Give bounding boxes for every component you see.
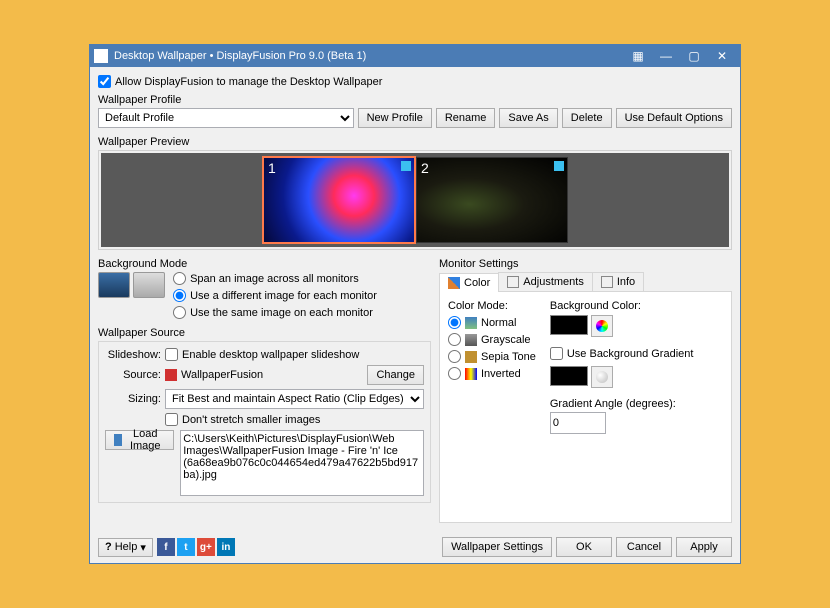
preview-box: 1 2 xyxy=(98,150,732,250)
allow-manage-checkbox[interactable]: Allow DisplayFusion to manage the Deskto… xyxy=(98,75,732,88)
linkedin-icon[interactable]: in xyxy=(217,538,235,556)
grayscale-icon xyxy=(465,334,477,346)
apply-button[interactable]: Apply xyxy=(676,537,732,557)
new-profile-button[interactable]: New Profile xyxy=(358,108,432,128)
color-mode-label: Color Mode: xyxy=(448,300,536,312)
monitor-settings-label: Monitor Settings xyxy=(439,258,732,270)
normal-icon xyxy=(465,317,477,329)
use-defaults-button[interactable]: Use Default Options xyxy=(616,108,732,128)
gradient-color-picker-button[interactable] xyxy=(591,366,613,388)
preview-area: 1 2 xyxy=(101,153,729,247)
close-button[interactable]: ✕ xyxy=(708,49,736,63)
slideshow-checkbox[interactable]: Enable desktop wallpaper slideshow xyxy=(165,348,424,361)
sizing-select[interactable]: Fit Best and maintain Aspect Ratio (Clip… xyxy=(165,389,424,409)
sizing-label: Sizing: xyxy=(105,393,161,405)
monitor-1-badge-icon xyxy=(401,161,411,171)
content: Allow DisplayFusion to manage the Deskto… xyxy=(90,67,740,531)
use-gradient-checkbox[interactable]: Use Background Gradient xyxy=(550,347,694,360)
right-column: Monitor Settings Color Adjustments Info … xyxy=(439,258,732,523)
wallpaper-profile-label: Wallpaper Profile xyxy=(98,94,732,106)
facebook-icon[interactable]: f xyxy=(157,538,175,556)
source-icon xyxy=(165,369,177,381)
color-mode-group: Color Mode: Normal Grayscale Sepia Tone … xyxy=(448,300,536,434)
slideshow-label: Slideshow: xyxy=(105,349,161,361)
load-image-button[interactable]: Load Image xyxy=(105,430,174,450)
source-group: Slideshow: Enable desktop wallpaper slid… xyxy=(98,341,431,503)
bg-mode-group: Span an image across all monitors Use a … xyxy=(98,272,431,319)
tab-color[interactable]: Color xyxy=(439,273,499,292)
bg-color-label: Background Color: xyxy=(550,300,694,312)
minimize-button[interactable]: — xyxy=(652,49,680,63)
color-wheel-icon xyxy=(596,320,608,332)
preview-label: Wallpaper Preview xyxy=(98,136,732,148)
pencil-icon xyxy=(448,277,460,289)
allow-manage-label: Allow DisplayFusion to manage the Deskto… xyxy=(115,76,382,88)
sphere-icon xyxy=(596,371,608,383)
mini-monitor-icon xyxy=(133,272,165,298)
color-sepia[interactable]: Sepia Tone xyxy=(448,350,536,363)
source-value: WallpaperFusion xyxy=(181,369,363,381)
rename-button[interactable]: Rename xyxy=(436,108,496,128)
ok-button[interactable]: OK xyxy=(556,537,612,557)
left-column: Background Mode Span an image across all… xyxy=(98,258,431,523)
wallpaper-settings-button[interactable]: Wallpaper Settings xyxy=(442,537,552,557)
bg-color-picker-button[interactable] xyxy=(591,315,613,337)
source-label: Wallpaper Source xyxy=(98,327,431,339)
square-icon xyxy=(507,276,519,288)
mini-monitor-icon xyxy=(98,272,130,298)
background-color-group: Background Color: Use Background Gradien… xyxy=(550,300,694,434)
image-path[interactable]: C:\Users\Keith\Pictures\DisplayFusion\We… xyxy=(180,430,424,496)
bg-mode-diff[interactable]: Use a different image for each monitor xyxy=(173,289,377,302)
bg-mode-thumbs xyxy=(98,272,165,319)
profile-row: Default Profile New Profile Rename Save … xyxy=(98,108,732,128)
footer: ?Help ▾ f t g+ in Wallpaper Settings OK … xyxy=(90,531,740,563)
tabs: Color Adjustments Info xyxy=(439,272,732,292)
tab-adjustments[interactable]: Adjustments xyxy=(498,272,593,291)
settings-icon[interactable]: ▦ xyxy=(624,49,652,63)
monitor-1[interactable]: 1 xyxy=(262,156,416,244)
save-as-button[interactable]: Save As xyxy=(499,108,557,128)
bg-color-swatch xyxy=(550,315,588,335)
bg-mode-span[interactable]: Span an image across all monitors xyxy=(173,272,377,285)
google-plus-icon[interactable]: g+ xyxy=(197,538,215,556)
inverted-icon xyxy=(465,368,477,380)
bg-mode-same[interactable]: Use the same image on each monitor xyxy=(173,306,377,319)
monitor-2-badge-icon xyxy=(554,161,564,171)
square-icon xyxy=(601,276,613,288)
sepia-icon xyxy=(465,351,477,363)
allow-manage-input[interactable] xyxy=(98,75,111,88)
color-inverted[interactable]: Inverted xyxy=(448,367,536,380)
source-field-label: Source: xyxy=(105,369,161,381)
app-icon xyxy=(94,49,108,63)
monitor-2-number: 2 xyxy=(421,160,429,176)
profile-select[interactable]: Default Profile xyxy=(98,108,354,128)
help-button[interactable]: ?Help ▾ xyxy=(98,538,153,557)
gradient-color-swatch xyxy=(550,366,588,386)
window: Desktop Wallpaper • DisplayFusion Pro 9.… xyxy=(89,44,741,564)
monitor-1-number: 1 xyxy=(268,160,276,176)
dont-stretch-checkbox[interactable]: Don't stretch smaller images xyxy=(165,413,424,426)
window-title: Desktop Wallpaper • DisplayFusion Pro 9.… xyxy=(114,50,624,62)
titlebar: Desktop Wallpaper • DisplayFusion Pro 9.… xyxy=(90,45,740,67)
twitter-icon[interactable]: t xyxy=(177,538,195,556)
bg-mode-label: Background Mode xyxy=(98,258,431,270)
gradient-angle-label: Gradient Angle (degrees): xyxy=(550,398,694,410)
color-grayscale[interactable]: Grayscale xyxy=(448,333,536,346)
gradient-angle-input[interactable] xyxy=(550,412,606,434)
color-normal[interactable]: Normal xyxy=(448,316,536,329)
image-icon xyxy=(114,434,122,446)
tab-info[interactable]: Info xyxy=(592,272,644,291)
maximize-button[interactable]: ▢ xyxy=(680,49,708,63)
social-links: f t g+ in xyxy=(157,538,235,556)
monitor-2[interactable]: 2 xyxy=(416,157,568,243)
tab-body-color: Color Mode: Normal Grayscale Sepia Tone … xyxy=(439,292,732,523)
delete-button[interactable]: Delete xyxy=(562,108,612,128)
change-source-button[interactable]: Change xyxy=(367,365,424,385)
cancel-button[interactable]: Cancel xyxy=(616,537,672,557)
